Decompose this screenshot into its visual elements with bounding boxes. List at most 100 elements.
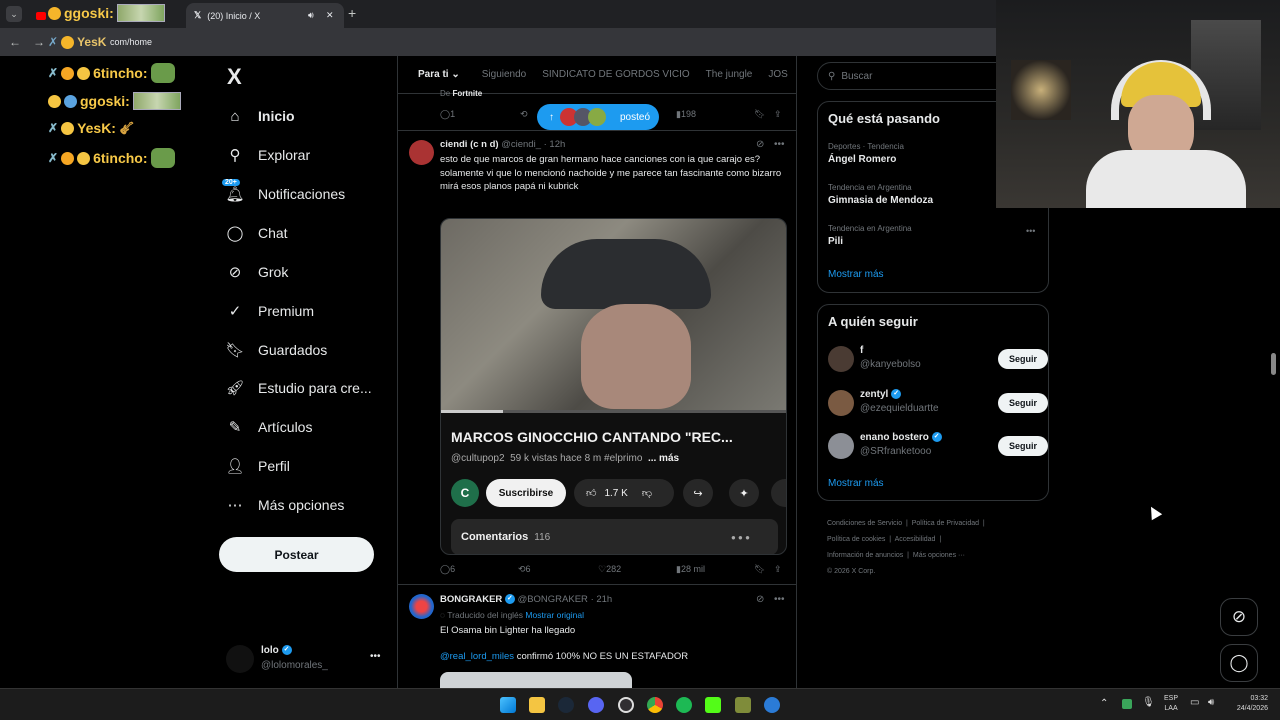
reply-icon[interactable]: ◯ 6 — [440, 564, 455, 575]
nav-bookmarks[interactable]: 🔖︎ Guardados — [225, 339, 327, 361]
nav-creator-studio[interactable]: 🚀︎ Estudio para cre... — [225, 377, 371, 399]
windows-start-icon[interactable] — [500, 697, 516, 713]
follow-button[interactable]: Seguir — [998, 436, 1048, 456]
discord-icon[interactable] — [588, 697, 604, 713]
trend-more-icon[interactable]: ••• — [1026, 226, 1035, 236]
tab-following[interactable]: Siguiendo — [482, 69, 526, 80]
views-icon[interactable]: ▮ 28 mil — [676, 564, 705, 575]
nav-notifications[interactable]: 🔔︎ 20+ Notificaciones — [222, 179, 345, 205]
show-more-follow[interactable]: Mostrar más — [828, 478, 884, 489]
sparkle-icon[interactable]: ✦ — [729, 479, 759, 507]
reply-icon[interactable]: ◯ 1 — [440, 109, 455, 120]
tab-list-jos[interactable]: JOS — [768, 69, 787, 80]
repost-icon[interactable]: ⟲ 6 — [518, 564, 531, 575]
grok-icon[interactable]: ⊘ — [756, 139, 764, 150]
video-embed[interactable]: MARCOS GINOCCHIO CANTANDO "REC... @cultu… — [440, 218, 787, 555]
nav-articles[interactable]: ✎ Artículos — [226, 416, 313, 438]
follow-item[interactable]: f @kanyebolso Seguir — [828, 345, 1048, 373]
follow-button[interactable]: Seguir — [998, 349, 1048, 369]
tab-list-sindicato[interactable]: SINDICATO DE GORDOS VICIO — [542, 69, 689, 80]
show-more-trends[interactable]: Mostrar más — [828, 269, 884, 280]
bookmark-icon[interactable]: 🔖︎ — [754, 109, 765, 120]
thumbs-down-icon[interactable]: 👎︎ — [642, 487, 652, 499]
keyboard-language[interactable]: ESP LAA — [1164, 694, 1178, 714]
share-video-icon[interactable]: ↪ — [683, 479, 713, 507]
tab-for-you[interactable]: Para ti ⌄ — [408, 69, 460, 80]
forward-icon[interactable]: → — [33, 35, 45, 49]
repost-icon[interactable]: ⟲ — [520, 109, 528, 120]
new-tab-button[interactable]: + — [348, 5, 356, 21]
post-avatar[interactable] — [409, 140, 434, 165]
mic-icon[interactable]: 🎙︎ — [1142, 697, 1155, 708]
post-button[interactable]: Postear — [219, 537, 374, 572]
network-icon[interactable]: ▭ — [1190, 697, 1199, 708]
kick-icon[interactable] — [705, 697, 721, 713]
steam-icon[interactable] — [558, 697, 574, 713]
obs-icon[interactable] — [618, 697, 634, 713]
mention-link[interactable]: @real_lord_miles — [440, 651, 514, 662]
post-image[interactable] — [440, 672, 632, 688]
messages-float-button[interactable]: ◯ — [1220, 644, 1258, 682]
tab-list-jungle[interactable]: The jungle — [706, 69, 753, 80]
nav-explore[interactable]: ⚲ Explorar — [226, 144, 311, 166]
x-logo[interactable]: X — [227, 64, 242, 90]
close-tab-icon[interactable]: ✕ — [326, 10, 334, 21]
tray-chevron-icon[interactable]: ⌃ — [1100, 698, 1108, 709]
chrome-icon[interactable] — [647, 697, 663, 713]
subscribe-button[interactable]: Suscribirse — [486, 479, 566, 507]
app-icon[interactable] — [735, 697, 751, 713]
scrollbar-thumb[interactable] — [1271, 353, 1276, 375]
follow-item[interactable]: enano bostero ✓ @SRfranketooo Seguir — [828, 432, 1048, 460]
new-posts-pill[interactable]: ↑ posteó — [537, 104, 659, 130]
nav-home[interactable]: ⌂ Inicio — [226, 105, 294, 127]
video-thumbnail[interactable] — [441, 219, 786, 413]
nav-premium[interactable]: ✓ Premium — [226, 300, 314, 322]
post-time[interactable]: · 12h — [544, 139, 566, 150]
show-original-link[interactable]: Mostrar original — [525, 610, 584, 620]
nav-profile[interactable]: 👤︎ Perfil — [225, 455, 289, 477]
progress-bar[interactable] — [441, 410, 786, 413]
clock[interactable]: 03:32 24/4/2026 — [1228, 694, 1268, 714]
author-name[interactable]: BONGRAKER ✓ — [440, 594, 515, 605]
share-icon[interactable]: ⇪ — [774, 109, 782, 120]
account-switcher[interactable]: lolo ✓ @lolomorales_ ••• — [226, 643, 386, 675]
video-title[interactable]: MARCOS GINOCCHIO CANTANDO "REC... — [451, 429, 733, 445]
trend-item[interactable]: Tendencia en Argentina Gimnasia de Mendo… — [828, 183, 933, 206]
post-avatar[interactable] — [409, 594, 434, 619]
nav-more[interactable]: ⋯ Más opciones — [226, 494, 345, 516]
author-handle[interactable]: @ciendi_ — [501, 139, 541, 150]
grok-float-button[interactable]: ⊘ — [1220, 598, 1258, 636]
grok-icon[interactable]: ⊘ — [756, 594, 764, 605]
tray-shield-icon[interactable] — [1122, 699, 1132, 709]
more-icon[interactable]: ••• — [774, 594, 785, 605]
bookmark-icon[interactable]: 🔖︎ — [754, 564, 765, 575]
back-icon[interactable]: ← — [9, 35, 21, 49]
trend-item[interactable]: Deportes · Tendencia Ángel Romero — [828, 142, 904, 165]
file-explorer-icon[interactable] — [529, 697, 545, 713]
nav-grok[interactable]: ⊘ Grok — [226, 261, 289, 283]
more-icon[interactable]: ••• — [774, 139, 785, 150]
like-icon[interactable]: ♡ 282 — [598, 564, 621, 575]
channel-avatar[interactable]: C — [451, 479, 479, 507]
author-handle[interactable]: @BONGRAKER — [518, 594, 588, 605]
save-video-icon[interactable] — [771, 479, 786, 507]
nav-chat[interactable]: ◯ Chat — [226, 222, 288, 244]
account-more-icon[interactable]: ••• — [370, 651, 381, 662]
spotify-icon[interactable] — [676, 697, 692, 713]
author-name[interactable]: ciendi (c n d) — [440, 139, 499, 150]
follow-button[interactable]: Seguir — [998, 393, 1048, 413]
comments-panel[interactable]: Comentarios 116 ● ● ● — [451, 519, 778, 554]
views-icon[interactable]: ▮ 198 — [676, 109, 696, 120]
volume-icon[interactable]: 🔊︎ — [1208, 697, 1214, 708]
url-text[interactable]: com/home — [110, 37, 152, 47]
search-box[interactable]: ⚲ Buscar — [817, 62, 1017, 90]
post-time[interactable]: · 21h — [591, 594, 613, 605]
share-icon[interactable]: ⇪ — [774, 564, 782, 575]
follow-item[interactable]: zentyl ✓ @ezequielduartte Seguir — [828, 389, 1048, 417]
ccleaner-icon[interactable] — [764, 697, 780, 713]
audio-icon[interactable]: 🔊︎ — [308, 10, 314, 21]
trend-item[interactable]: Tendencia en Argentina Pili — [828, 224, 912, 247]
tab-active[interactable]: 𝕏 (20) Inicio / X 🔊︎ ✕ — [186, 3, 344, 28]
tab-list-icon[interactable]: ⌄ — [6, 6, 22, 22]
thumbs-up-icon[interactable]: 👍︎ — [586, 487, 596, 499]
